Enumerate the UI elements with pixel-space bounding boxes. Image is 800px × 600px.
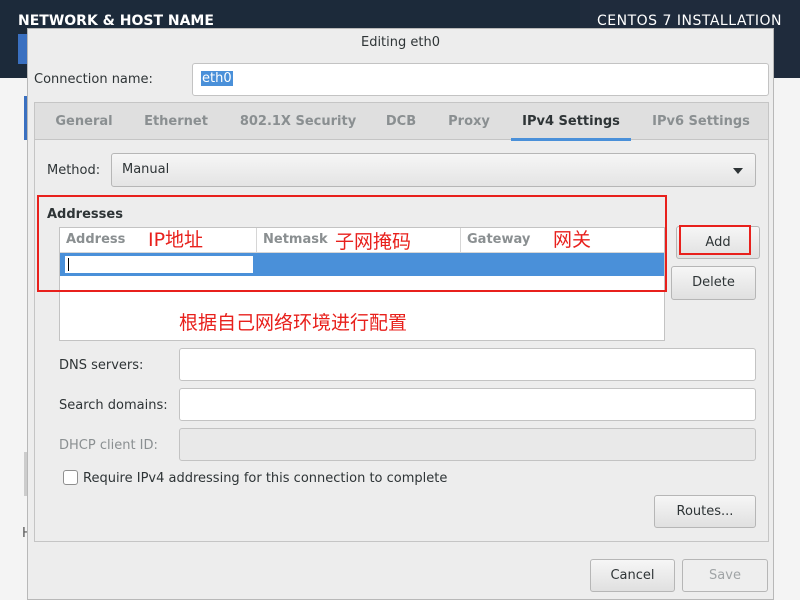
gateway-annotation: 网关 <box>553 229 592 251</box>
netmask-annotation: 子网掩码 <box>335 231 412 253</box>
dns-servers-label: DNS servers: <box>59 358 144 373</box>
save-button: Save <box>682 559 768 592</box>
chevron-down-icon <box>733 168 743 174</box>
search-domains-label: Search domains: <box>59 398 168 413</box>
cancel-button[interactable]: Cancel <box>590 559 675 592</box>
installer-product-title: CENTOS 7 INSTALLATION <box>597 13 782 29</box>
connection-name-label: Connection name: <box>34 72 153 87</box>
dialog-title: Editing eth0 <box>360 35 440 50</box>
tab-8021x-security[interactable]: 802.1X Security <box>229 103 367 140</box>
search-domains-input[interactable] <box>179 388 756 421</box>
dhcp-client-id-input <box>179 428 756 461</box>
connection-name-input[interactable]: eth0 <box>192 63 769 96</box>
dns-servers-input[interactable] <box>179 348 756 381</box>
configure-note-annotation: 根据自己网络环境进行配置 <box>179 312 408 334</box>
ip-address-annotation: IP地址 <box>148 229 204 251</box>
dhcp-client-id-label: DHCP client ID: <box>59 438 158 453</box>
tab-bar: General Ethernet 802.1X Security DCB Pro… <box>35 103 768 141</box>
tab-dcb[interactable]: DCB <box>375 103 427 140</box>
connection-name-value: eth0 <box>201 71 233 86</box>
installer-spoke-title: NETWORK & HOST NAME <box>18 13 214 29</box>
add-button-annotation-box <box>679 225 751 255</box>
delete-address-button[interactable]: Delete <box>671 266 756 300</box>
tab-ethernet[interactable]: Ethernet <box>131 103 221 140</box>
method-dropdown[interactable]: Manual <box>111 153 756 187</box>
method-value: Manual <box>122 162 170 177</box>
require-ipv4-label[interactable]: Require IPv4 addressing for this connect… <box>83 471 447 486</box>
routes-button[interactable]: Routes... <box>654 495 756 528</box>
tab-ipv6-settings[interactable]: IPv6 Settings <box>641 103 761 140</box>
tab-ipv4-settings[interactable]: IPv4 Settings <box>511 103 631 141</box>
tab-proxy[interactable]: Proxy <box>437 103 501 140</box>
method-label: Method: <box>47 163 101 178</box>
require-ipv4-checkbox[interactable] <box>63 470 78 485</box>
tab-general[interactable]: General <box>43 103 125 140</box>
